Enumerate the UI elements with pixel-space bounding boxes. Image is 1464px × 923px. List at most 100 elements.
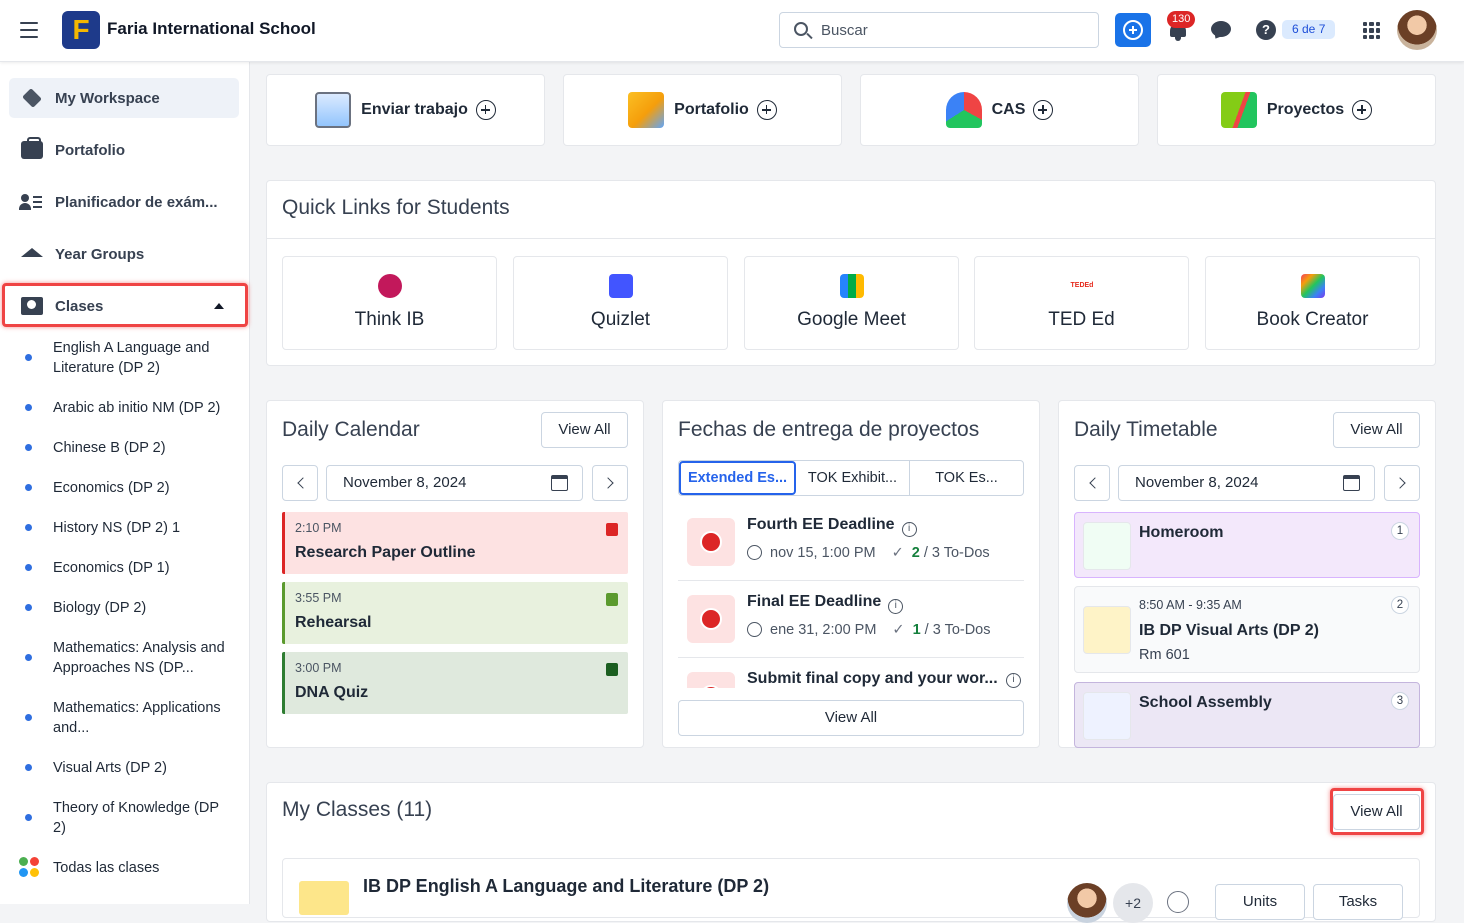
calendar-date-picker[interactable]: November 8, 2024 [326,465,583,501]
portfolio-card[interactable]: Portafolio [563,74,842,146]
class-bullet-icon [25,564,32,571]
calendar-event[interactable]: 3:55 PM Rehearsal [282,582,628,644]
timetable-period[interactable]: Homeroom 1 [1074,512,1420,578]
tasks-dropdown[interactable]: Tasks [1313,884,1403,920]
quick-link-book-creator[interactable]: Book Creator [1205,256,1420,350]
cas-card[interactable]: CAS [860,74,1139,146]
deadline-name: Submit final copy and your wor... [747,670,998,687]
event-time: 2:10 PM [295,521,342,535]
add-circle-icon[interactable] [756,100,777,120]
task-icon [606,523,618,536]
more-members-badge[interactable]: +2 [1113,883,1153,923]
apps-grid-icon[interactable] [1363,22,1380,39]
submit-work-icon [315,92,352,128]
sidebar-class-item[interactable]: Theory of Knowledge (DP 2) [53,798,228,838]
sidebar-class-item[interactable]: Economics (DP 2) [53,478,228,498]
event-name: Rehearsal [295,614,372,631]
deadlines-list: Fourth EE Deadline i nov 15, 1:00 PM ✓ 2 / … [678,504,1024,688]
calendar-next-button[interactable] [592,465,628,501]
sidebar-class-item[interactable]: Visual Arts (DP 2) [53,758,228,778]
class-bullet-icon [25,764,32,771]
event-name: DNA Quiz [295,684,369,701]
sidebar-class-item[interactable]: Chinese B (DP 2) [53,438,228,458]
search-input[interactable]: Buscar [779,12,1099,48]
highlight-view-all [1330,788,1424,835]
exam-planner-icon [19,193,43,211]
clock-icon [747,545,762,560]
tab-tok-essay[interactable]: TOK Es... [910,461,1023,495]
timetable-prev-button[interactable] [1074,465,1110,501]
class-title[interactable]: IB DP English A Language and Literature … [363,876,769,897]
chat-icon[interactable] [1167,891,1189,913]
sidebar-class-item[interactable]: Biology (DP 2) [53,598,228,618]
sidebar-all-classes[interactable]: Todas las clases [53,858,228,878]
timetable-view-all-button[interactable]: View All [1333,412,1420,448]
chevron-right-icon [602,477,614,489]
deadlines-tabs: Extended Es... TOK Exhibit... TOK Es... [678,460,1024,496]
timetable-date-picker[interactable]: November 8, 2024 [1118,465,1375,501]
deadline-name: Final EE Deadline [747,593,882,610]
cas-icon [945,92,982,128]
timetable-period[interactable]: 8:50 AM - 9:35 AM IB DP Visual Arts (DP … [1074,586,1420,673]
quick-link-google-meet[interactable]: Google Meet [744,256,959,350]
plus-circle-icon [1123,20,1143,40]
search-placeholder: Buscar [821,22,868,39]
class-bullet-icon [25,444,32,451]
calendar-event[interactable]: 2:10 PM Research Paper Outline [282,512,628,574]
deadline-item[interactable]: Final EE Deadline i ene 31, 2:00 PM ✓ 1 / 3… [678,581,1024,658]
sidebar-item-label: Year Groups [55,245,145,263]
sidebar-class-item[interactable]: English A Language and Literature (DP 2) [53,338,228,378]
sidebar-class-item[interactable]: History NS (DP 2) 1 [53,518,228,538]
info-icon[interactable]: i [888,599,904,614]
quick-link-quizlet[interactable]: Quizlet [513,256,728,350]
sidebar-item-exam-planner[interactable]: Planificador de exám... [9,182,239,222]
projects-card[interactable]: Proyectos [1157,74,1436,146]
sidebar-class-item[interactable]: Mathematics: Applications and... [53,698,228,738]
deadline-item[interactable]: Submit final copy and your wor... i [678,658,1024,688]
period-time: 8:50 AM - 9:35 AM [1139,598,1242,612]
units-dropdown[interactable]: Units [1215,884,1305,920]
visual-arts-icon [1083,606,1131,654]
deadlines-view-all-button[interactable]: View All [678,700,1024,736]
chevron-left-icon [297,477,309,489]
sidebar-item-my-workspace[interactable]: My Workspace [9,78,239,118]
submit-work-card[interactable]: Enviar trabajo [266,74,545,146]
calendar-event[interactable]: 3:00 PM DNA Quiz [282,652,628,714]
quick-link-think-ib[interactable]: Think IB [282,256,497,350]
info-icon[interactable]: i [901,522,917,537]
timetable-period[interactable]: School Assembly 3 [1074,682,1420,748]
tab-extended-essay[interactable]: Extended Es... [679,461,796,495]
school-name[interactable]: Faria International School [107,19,316,39]
deadline-item[interactable]: Fourth EE Deadline i nov 15, 1:00 PM ✓ 2 / … [678,504,1024,581]
sidebar-class-item[interactable]: Arabic ab initio NM (DP 2) [53,398,228,418]
sidebar-item-year-groups[interactable]: Year Groups [9,234,239,274]
add-circle-icon[interactable] [475,100,496,120]
tab-tok-exhibition[interactable]: TOK Exhibit... [796,461,910,495]
create-button[interactable] [1115,13,1151,47]
info-icon[interactable]: i [1006,673,1021,688]
portfolio-icon [628,92,665,128]
school-logo[interactable]: F [62,11,100,49]
messages-icon[interactable] [1211,21,1231,37]
pager-badge[interactable]: 6 de 7 [1282,20,1336,39]
sidebar-class-item[interactable]: Economics (DP 1) [53,558,228,578]
projects-icon [1220,92,1257,128]
add-circle-icon[interactable] [1352,100,1373,120]
quick-link-label: Think IB [354,309,425,330]
user-avatar[interactable] [1397,10,1437,50]
calendar-view-all-button[interactable]: View All [541,412,628,448]
menu-icon[interactable] [20,22,38,38]
timetable-next-button[interactable] [1384,465,1420,501]
add-circle-icon[interactable] [1033,100,1054,120]
quick-link-ted-ed[interactable]: TEDEd TED Ed [974,256,1189,350]
teacher-avatar[interactable] [1067,883,1107,923]
help-icon[interactable]: ? [1256,20,1276,40]
sidebar-item-portafolio[interactable]: Portafolio [9,130,239,170]
class-bullet-icon [25,524,32,531]
deadline-date: ene 31, 2:00 PM [770,622,877,638]
calendar-prev-button[interactable] [282,465,318,501]
class-card[interactable]: IB DP English A Language and Literature … [282,858,1420,923]
timetable-title: Daily Timetable [1074,418,1218,441]
sidebar-class-item[interactable]: Mathematics: Analysis and Approaches NS … [53,638,228,678]
period-room: Rm 601 [1139,647,1190,663]
